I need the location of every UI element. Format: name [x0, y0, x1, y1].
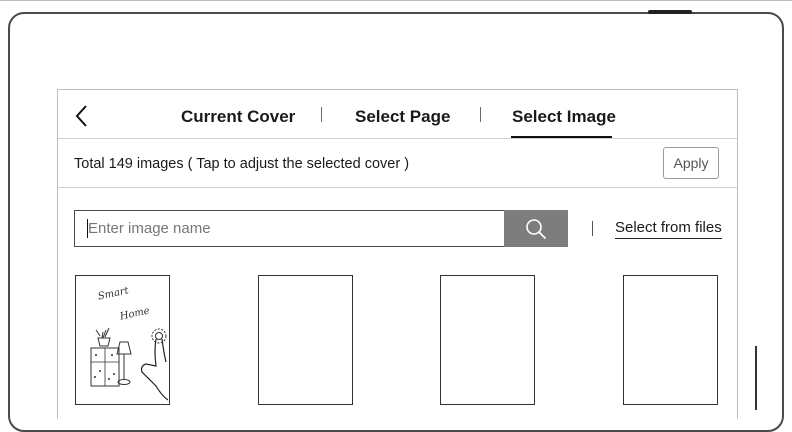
- image-thumbnail[interactable]: [623, 275, 718, 405]
- chevron-left-icon: [75, 105, 87, 127]
- image-thumbnail[interactable]: [440, 275, 535, 405]
- search-input[interactable]: [88, 212, 498, 245]
- tab-separator: [321, 107, 322, 122]
- smart-home-illustration: Smart Home: [90, 285, 169, 401]
- scroll-indicator[interactable]: [755, 346, 757, 410]
- image-thumbnail-smart-home[interactable]: Smart Home: [75, 275, 170, 405]
- cover-dialog: Current Cover Select Page Select Image T…: [57, 89, 738, 419]
- header-divider: [58, 138, 737, 139]
- search-icon: [526, 218, 546, 239]
- total-images-text: Total 149 images ( Tap to adjust the sel…: [74, 156, 410, 172]
- search-button[interactable]: [504, 210, 568, 247]
- tab-select-page[interactable]: Select Page: [355, 107, 450, 127]
- back-button[interactable]: [71, 102, 93, 130]
- top-border-line: [0, 0, 792, 1]
- search-field[interactable]: [74, 210, 568, 247]
- tab-current-cover[interactable]: Current Cover: [181, 107, 295, 127]
- image-thumbnail[interactable]: [258, 275, 353, 405]
- select-from-files-link[interactable]: Select from files: [615, 219, 722, 239]
- apply-button[interactable]: Apply: [663, 147, 719, 179]
- summary-divider: [58, 187, 737, 188]
- handwritten-home-text: Home: [118, 306, 151, 323]
- device-power-button: [648, 10, 692, 14]
- search-separator: [592, 221, 593, 236]
- handwritten-smart-text: Smart: [97, 285, 131, 302]
- tab-separator: [480, 107, 481, 122]
- tab-select-image[interactable]: Select Image: [512, 107, 616, 127]
